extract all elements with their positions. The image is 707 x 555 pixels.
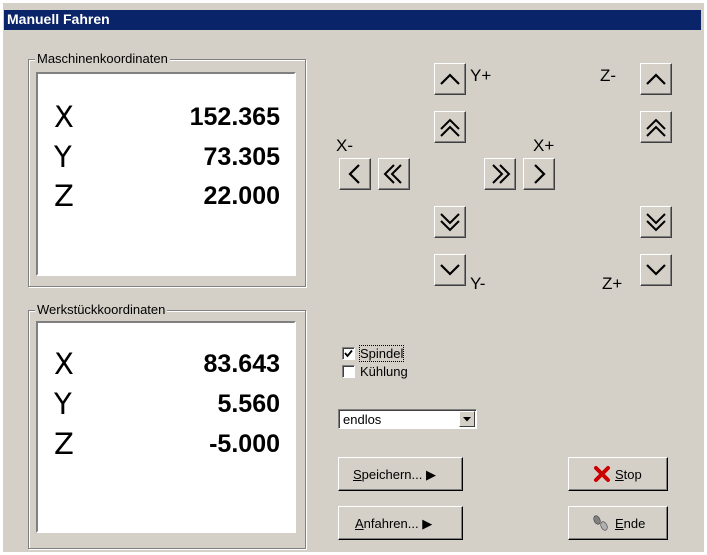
jog-z-minus-fast-button[interactable]: [640, 111, 672, 143]
double-chevron-right-icon: [492, 164, 511, 184]
jog-y-minus-button[interactable]: [434, 254, 466, 286]
z-plus-label: Z+: [602, 274, 623, 293]
axis-label: Y: [54, 387, 72, 421]
axis-label: X: [54, 100, 74, 134]
dropdown-arrow-icon: [463, 417, 471, 422]
jog-z-plus-button[interactable]: [640, 254, 672, 286]
axis-label: Z: [54, 179, 74, 213]
chevron-right-icon: [534, 164, 546, 184]
chevron-left-icon: [348, 164, 360, 184]
machine-coordinates-label: Maschinenkoordinaten: [35, 51, 170, 66]
machine-coordinates-display: X 152.365 Y 73.305 Z 22.000: [36, 72, 296, 276]
machine-x-row: X 152.365: [38, 100, 294, 140]
cooling-label[interactable]: Kühlung: [360, 364, 408, 379]
x-minus-label: X-: [336, 136, 353, 155]
workpiece-y-value: 5.560: [217, 390, 280, 418]
mode-select[interactable]: endlos: [338, 409, 477, 429]
workpiece-coordinates-label: Werkstückkoordinaten: [35, 302, 168, 317]
window-title: Manuell Fahren: [7, 11, 110, 27]
spindle-checkbox[interactable]: [342, 347, 355, 360]
dialog-client: Maschinenkoordinaten X 152.365 Y 73.305 …: [4, 30, 701, 551]
jog-y-plus-fast-button[interactable]: [434, 111, 466, 143]
chevron-down-icon: [440, 264, 460, 276]
axis-label: X: [54, 347, 74, 381]
stop-button-label: Stop: [615, 467, 642, 482]
chevron-up-icon: [646, 73, 666, 85]
checkmark-icon: [344, 349, 353, 358]
workpiece-z-row: Z -5.000: [38, 427, 294, 467]
stop-button[interactable]: Stop: [568, 457, 668, 491]
end-button-label: Ende: [615, 516, 646, 531]
y-minus-label: Y-: [470, 274, 486, 293]
save-button-label: Speichern... ▶: [353, 467, 436, 482]
footprints-icon: [593, 515, 608, 531]
workpiece-z-value: -5.000: [209, 430, 280, 458]
double-chevron-up-icon: [646, 118, 666, 137]
workpiece-y-row: Y 5.560: [38, 387, 294, 427]
title-bar[interactable]: Manuell Fahren: [4, 10, 701, 30]
cooling-checkbox[interactable]: [342, 365, 355, 378]
axis-label: Z: [54, 427, 74, 461]
workpiece-x-value: 83.643: [203, 350, 280, 378]
machine-y-value: 73.305: [203, 143, 280, 171]
x-plus-label: X+: [533, 136, 555, 155]
jog-z-plus-fast-button[interactable]: [640, 206, 672, 238]
approach-button[interactable]: Anfahren... ▶: [338, 506, 463, 540]
double-chevron-left-icon: [383, 164, 402, 184]
stop-x-icon: [594, 466, 610, 482]
z-minus-label: Z-: [600, 66, 617, 85]
jog-x-minus-button[interactable]: [339, 158, 371, 190]
chevron-down-icon: [646, 264, 666, 276]
dropdown-button[interactable]: [459, 411, 475, 427]
double-chevron-down-icon: [440, 213, 460, 232]
spindle-label[interactable]: Spindel: [358, 345, 405, 362]
workpiece-coordinates-display: X 83.643 Y 5.560 Z -5.000: [36, 321, 296, 533]
jog-x-minus-fast-button[interactable]: [378, 158, 410, 190]
machine-z-value: 22.000: [203, 182, 280, 210]
machine-z-row: Z 22.000: [38, 179, 294, 219]
machine-x-value: 152.365: [189, 103, 280, 131]
save-button[interactable]: Speichern... ▶: [338, 457, 463, 491]
mode-select-value: endlos: [343, 412, 382, 427]
jog-z-minus-button[interactable]: [640, 63, 672, 95]
jog-x-plus-button[interactable]: [523, 158, 555, 190]
jog-x-plus-fast-button[interactable]: [484, 158, 516, 190]
chevron-up-icon: [440, 73, 460, 85]
end-button[interactable]: Ende: [568, 506, 668, 540]
machine-y-row: Y 73.305: [38, 140, 294, 180]
double-chevron-up-icon: [440, 118, 460, 137]
double-chevron-down-icon: [646, 213, 666, 232]
workpiece-x-row: X 83.643: [38, 347, 294, 387]
axis-label: Y: [54, 140, 72, 174]
jog-y-minus-fast-button[interactable]: [434, 206, 466, 238]
approach-button-label: Anfahren... ▶: [355, 516, 433, 531]
jog-y-plus-button[interactable]: [434, 63, 466, 95]
y-plus-label: Y+: [470, 66, 492, 85]
